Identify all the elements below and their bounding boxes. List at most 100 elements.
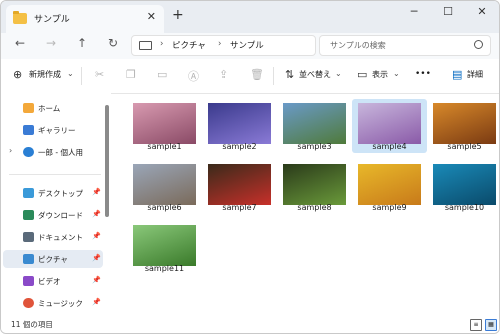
maximize-button[interactable]: ☐	[433, 5, 463, 18]
pin-icon: 📌	[92, 210, 101, 218]
sidebar-item-label: デスクトップ	[38, 189, 83, 198]
details-view-button[interactable]: ≡	[470, 319, 482, 331]
file-name: sample8	[297, 203, 332, 212]
sidebar-item-label: ギャラリー	[38, 126, 76, 135]
sort-button[interactable]: 並べ替え	[299, 69, 331, 80]
item-count: 11 個の項目	[11, 320, 53, 329]
this-pc-icon	[139, 41, 152, 50]
sidebar-item-videos[interactable]: ビデオ 📌	[3, 272, 103, 290]
file-item[interactable]: sample11	[127, 221, 202, 275]
navigation-pane: ホーム ギャラリー › 一郎 - 個人用 デスクトップ 📌 ダウンロード 📌 ド…	[1, 93, 111, 317]
file-grid: sample1 sample2 sample3 sample4 sample5 sampl…	[113, 93, 499, 317]
file-thumbnail	[433, 164, 496, 205]
address-bar[interactable]: › ピクチャ › サンプル	[131, 35, 316, 56]
explorer-window: サンプル ✕ + ─ ☐ ✕ ← → ↑ ↻ › ピクチャ › サンプル サンプ…	[0, 0, 500, 334]
file-name: sample9	[372, 203, 407, 212]
pin-icon: 📌	[92, 254, 101, 262]
pin-icon: 📌	[92, 188, 101, 196]
file-thumbnail	[208, 103, 271, 144]
more-options-button[interactable]: •••	[415, 69, 431, 79]
music-icon	[23, 298, 34, 308]
breadcrumb-sample[interactable]: サンプル	[230, 39, 264, 51]
refresh-button[interactable]: ↻	[104, 36, 122, 50]
video-icon	[23, 276, 34, 286]
tab-close-button[interactable]: ✕	[147, 10, 156, 23]
sidebar-item-desktop[interactable]: デスクトップ 📌	[3, 184, 103, 202]
pin-icon: 📌	[92, 232, 101, 240]
close-window-button[interactable]: ✕	[467, 5, 497, 18]
new-tab-button[interactable]: +	[172, 7, 184, 23]
sidebar-item-pictures[interactable]: ピクチャ 📌	[3, 250, 103, 268]
breadcrumb-separator: ›	[218, 39, 222, 49]
file-thumbnail	[208, 164, 271, 205]
file-thumbnail	[358, 164, 421, 205]
details-icon: ▤	[452, 68, 463, 81]
sort-icon: ⇅	[285, 68, 295, 81]
sidebar-item-label: ダウンロード	[38, 211, 83, 220]
copy-icon[interactable]: ❐	[126, 68, 136, 81]
file-item[interactable]: sample1	[127, 99, 202, 153]
paste-icon[interactable]: ▭	[157, 68, 167, 81]
home-icon	[23, 103, 34, 113]
view-dropdown-icon: ⌄	[393, 69, 400, 78]
details-button[interactable]: 詳細	[467, 69, 483, 80]
document-icon	[23, 232, 34, 242]
sidebar-item-onedrive[interactable]: › 一郎 - 個人用	[3, 143, 103, 161]
file-name: sample4	[372, 142, 407, 151]
file-thumbnail	[283, 164, 346, 205]
file-thumbnail	[433, 103, 496, 144]
gallery-icon	[23, 125, 34, 135]
file-item[interactable]: sample4	[352, 99, 427, 153]
view-button[interactable]: 表示	[372, 69, 388, 80]
file-name: sample10	[444, 203, 485, 212]
delete-icon[interactable]: 🗑	[250, 68, 264, 81]
new-icon: ⊕	[13, 68, 23, 81]
sidebar-item-documents[interactable]: ドキュメント 📌	[3, 228, 103, 246]
file-item[interactable]: sample2	[202, 99, 277, 153]
sidebar-item-label: ピクチャ	[38, 255, 68, 264]
sidebar-scrollbar-thumb[interactable]	[105, 105, 109, 217]
sort-dropdown-icon: ⌄	[335, 69, 342, 78]
file-name: sample2	[222, 142, 257, 151]
pin-icon: 📌	[92, 276, 101, 284]
back-button[interactable]: ←	[11, 36, 29, 50]
file-item[interactable]: sample10	[427, 160, 499, 214]
search-box[interactable]: サンプルの検索	[319, 35, 491, 56]
sidebar-item-home[interactable]: ホーム	[3, 99, 103, 117]
sidebar-item-music[interactable]: ミュージック 📌	[3, 294, 103, 312]
rename-icon[interactable]: Ⓐ	[188, 68, 199, 84]
command-bar: ⊕ 新規作成 ⌄ ✂ ❐ ▭ Ⓐ ⇪ 🗑 ⇅ 並べ替え ⌄ ▭ 表示 ⌄ •••…	[1, 59, 499, 94]
file-item[interactable]: sample6	[127, 160, 202, 214]
new-dropdown-icon: ⌄	[67, 69, 74, 78]
search-icon	[474, 40, 483, 49]
sidebar-item-label: 一郎 - 個人用	[38, 148, 83, 157]
cloud-icon	[23, 147, 34, 157]
file-thumbnail	[283, 103, 346, 144]
forward-button[interactable]: →	[42, 36, 60, 50]
file-item[interactable]: sample8	[277, 160, 352, 214]
pin-icon: 📌	[92, 298, 101, 306]
file-item[interactable]: sample7	[202, 160, 277, 214]
new-button[interactable]: 新規作成	[29, 69, 61, 80]
sidebar-item-downloads[interactable]: ダウンロード 📌	[3, 206, 103, 224]
file-name: sample5	[447, 142, 482, 151]
file-name: sample11	[144, 264, 185, 273]
file-item[interactable]: sample3	[277, 99, 352, 153]
tab-sample[interactable]: サンプル ✕	[6, 5, 164, 33]
expand-chevron-icon[interactable]: ›	[9, 146, 12, 155]
minimize-button[interactable]: ─	[399, 5, 429, 18]
large-icons-view-button[interactable]: ▦	[485, 319, 497, 331]
file-item[interactable]: sample5	[427, 99, 499, 153]
breadcrumb-pictures[interactable]: ピクチャ	[172, 39, 206, 51]
cut-icon[interactable]: ✂	[95, 68, 104, 81]
desktop-icon	[23, 188, 34, 198]
share-icon[interactable]: ⇪	[219, 68, 228, 81]
file-name: sample1	[147, 142, 182, 151]
file-item[interactable]: sample9	[352, 160, 427, 214]
up-button[interactable]: ↑	[73, 36, 91, 50]
sidebar-item-gallery[interactable]: ギャラリー	[3, 121, 103, 139]
sidebar-item-label: ミュージック	[38, 299, 83, 308]
sidebar-item-label: ホーム	[38, 104, 61, 113]
sidebar-item-label: ドキュメント	[38, 233, 83, 242]
file-thumbnail	[133, 164, 196, 205]
